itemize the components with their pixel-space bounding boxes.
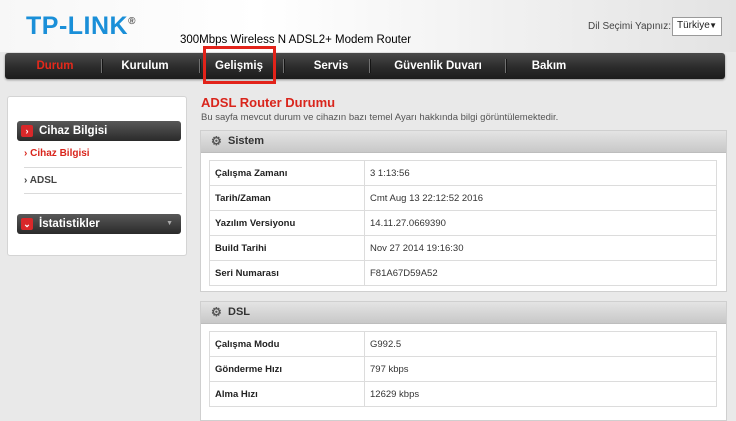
system-panel-header: ⚙ Sistem: [201, 131, 726, 153]
dsl-panel-header: ⚙ DSL: [201, 302, 726, 324]
chevron-down-icon: ▼: [709, 21, 717, 30]
chevron-right-icon: ›: [24, 148, 28, 159]
sidebar-item-adsl[interactable]: › ADSL: [24, 175, 57, 186]
chevron-down-icon: ⌄: [21, 218, 33, 230]
page-description: Bu sayfa mevcut durum ve cihazın bazı te…: [201, 112, 559, 123]
chevron-right-icon: ›: [21, 125, 33, 137]
sidebar: › Cihaz Bilgisi › Cihaz Bilgisi › ADSL ⌄…: [7, 96, 187, 256]
chevron-right-icon: ›: [24, 175, 28, 186]
sidebar-section-istatistikler[interactable]: ⌄ İstatistikler ▼: [17, 214, 181, 234]
nav-guvenlik-duvari[interactable]: Güvenlik Duvarı: [373, 53, 503, 79]
page-title: ADSL Router Durumu: [201, 95, 336, 110]
main-nav: Durum Kurulum Gelişmiş Servis Güvenlik D…: [5, 53, 725, 79]
sidebar-divider: [24, 193, 182, 194]
table-row: Tarih/Zaman Cmt Aug 13 22:12:52 2016: [209, 185, 717, 211]
highlight-box: [203, 46, 276, 84]
table-row: Seri Numarası F81A67D59A52: [209, 260, 717, 286]
nav-divider: [199, 59, 201, 73]
nav-durum[interactable]: Durum: [17, 53, 93, 79]
expand-icon: ▼: [166, 220, 173, 227]
sidebar-divider: [24, 167, 182, 168]
table-row: Alma Hızı 12629 kbps: [209, 381, 717, 407]
language-select-value: Türkiye: [677, 20, 710, 31]
system-panel: ⚙ Sistem Çalışma Zamanı 3 1:13:56 Tarih/Z…: [200, 130, 727, 292]
nav-kurulum[interactable]: Kurulum: [105, 53, 185, 79]
gear-icon: ⚙: [211, 134, 222, 148]
gear-icon: ⚙: [211, 305, 222, 319]
dsl-panel: ⚙ DSL Çalışma Modu G992.5 Gönderme Hızı 79…: [200, 301, 727, 421]
sidebar-item-cihaz-bilgisi[interactable]: › Cihaz Bilgisi: [24, 148, 90, 159]
dsl-table: Çalışma Modu G992.5 Gönderme Hızı 797 kbps…: [209, 331, 717, 407]
sidebar-section-cihaz-bilgisi[interactable]: › Cihaz Bilgisi: [17, 121, 181, 141]
model-name: 300Mbps Wireless N ADSL2+ Modem Router: [180, 34, 412, 46]
nav-divider: [369, 59, 371, 73]
table-row: Gönderme Hızı 797 kbps: [209, 356, 717, 382]
table-row: Çalışma Modu G992.5: [209, 331, 717, 357]
nav-divider: [101, 59, 103, 73]
system-table: Çalışma Zamanı 3 1:13:56 Tarih/Zaman Cmt A…: [209, 160, 717, 286]
header: TP-LINK® 300Mbps Wireless N ADSL2+ Modem…: [0, 0, 736, 52]
table-row: Çalışma Zamanı 3 1:13:56: [209, 160, 717, 186]
nav-divider: [283, 59, 285, 73]
language-select[interactable]: Türkiye ▼: [672, 17, 722, 36]
nav-divider: [505, 59, 507, 73]
table-row: Yazılım Versiyonu 14.11.27.0669390: [209, 210, 717, 236]
nav-servis[interactable]: Servis: [287, 53, 375, 79]
table-row: Build Tarihi Nov 27 2014 19:16:30: [209, 235, 717, 261]
nav-bakim[interactable]: Bakım: [509, 53, 589, 79]
language-label: Dil Seçimi Yapınız:: [588, 21, 671, 32]
tp-link-logo[interactable]: TP-LINK®: [26, 12, 136, 41]
